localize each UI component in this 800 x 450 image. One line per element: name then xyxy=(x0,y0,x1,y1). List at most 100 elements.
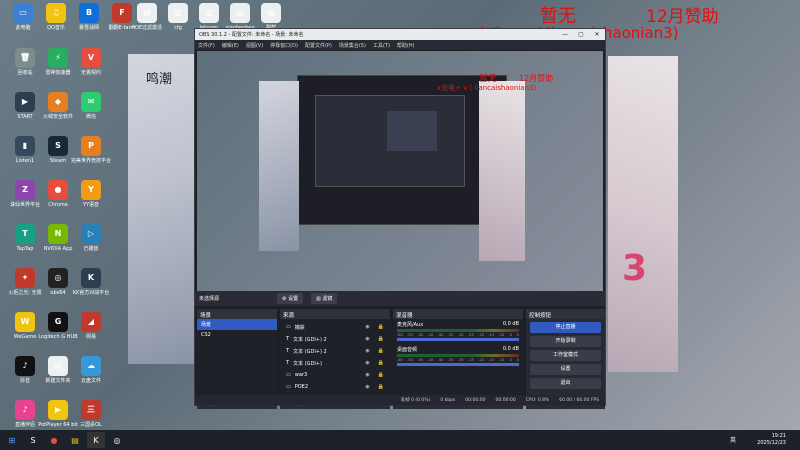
scale-tick: -5 xyxy=(508,333,513,337)
menu-item[interactable]: 停靠窗口(D) xyxy=(270,42,298,49)
obs-title: OBS 30.1.2 - 配置文件: 未命名 - 场景: 未命名 xyxy=(199,32,304,38)
lock-icon[interactable]: 🔒 xyxy=(378,336,384,342)
scale-tick: -15 xyxy=(488,333,495,337)
visibility-eye-icon[interactable]: ◉ xyxy=(365,324,369,330)
scale-tick: -10 xyxy=(498,333,505,337)
controls-title: 控制按钮 xyxy=(526,309,605,319)
source-settings-button[interactable]: ⚙ 设置 xyxy=(277,293,304,304)
menu-item[interactable]: 场景集合(S) xyxy=(339,42,366,49)
source-item[interactable]: T 文本 (GDI+) 2 ◉ 🔒 xyxy=(280,345,390,357)
no-source-label: 未选择源 xyxy=(199,296,220,302)
wallpaper-art-left xyxy=(128,54,198,364)
app-icon: ◢ xyxy=(81,312,101,332)
scale-tick: -55 xyxy=(407,333,413,337)
source-type-icon: T xyxy=(286,336,290,342)
menu-item[interactable]: 配置文件(P) xyxy=(305,42,332,49)
visibility-eye-icon[interactable]: ◉ xyxy=(365,384,369,390)
lock-icon[interactable]: 🔒 xyxy=(378,360,384,366)
scale-tick: -25 xyxy=(468,358,474,362)
close-icon[interactable]: ✕ xyxy=(589,31,605,38)
app-icon: ☁ xyxy=(81,356,101,376)
desktop-icon[interactable]: K KK官方对战平台 xyxy=(71,268,111,296)
volume-slider[interactable] xyxy=(397,363,519,366)
desktop-icon-label: 微信 xyxy=(85,114,96,120)
kk-taskbar-icon[interactable]: K xyxy=(87,432,105,448)
scene-item[interactable]: 场景 xyxy=(197,319,277,330)
bitrate: 0 kbps xyxy=(440,397,456,403)
source-type-icon: T xyxy=(286,348,290,354)
lock-icon[interactable]: 🔒 xyxy=(378,348,384,354)
obs-title-bar[interactable]: OBS 30.1.2 - 配置文件: 未命名 - 场景: 未命名 — ▢ ✕ xyxy=(195,29,605,40)
app-icon: 🗑 xyxy=(15,48,35,68)
visibility-eye-icon[interactable]: ◉ xyxy=(365,372,369,378)
mixer-channel: 桌面音频 0.0 dB -60 -55 -50 -45 -40 -35 -30 -25 -20 -15… xyxy=(393,344,523,369)
obs-taskbar-icon[interactable]: ◎ xyxy=(108,432,126,448)
menu-item[interactable]: 文件(F) xyxy=(198,42,215,49)
volume-slider[interactable] xyxy=(397,338,519,341)
app-icon: T xyxy=(15,224,35,244)
app-icon: ▮ xyxy=(15,136,35,156)
explorer-taskbar-icon[interactable]: ▤ xyxy=(66,432,84,448)
app-icon: Z xyxy=(15,180,35,200)
channel-name: 桌面音频 xyxy=(397,347,418,353)
app-icon: 三 xyxy=(81,400,101,420)
control-button[interactable]: 工作室模式 xyxy=(530,350,601,361)
maximize-icon[interactable]: ▢ xyxy=(573,31,589,38)
visibility-eye-icon[interactable]: ◉ xyxy=(365,336,369,342)
menu-item[interactable]: 视图(V) xyxy=(246,42,263,49)
source-item[interactable]: T 文本 (GDI+) ◉ 🔒 xyxy=(280,357,390,369)
scale-tick: -20 xyxy=(478,358,484,362)
controls-dock: 控制按钮 停止直播开始录制工作室模式设置退出 控制按钮转场动画 xyxy=(526,309,605,409)
menu-item[interactable]: 帮助(H) xyxy=(397,42,415,49)
desktop-icon[interactable]: ☁ 云盘文件 xyxy=(71,356,111,384)
control-button[interactable]: 开始录制 xyxy=(530,336,601,347)
control-button[interactable]: 停止直播 xyxy=(530,322,601,333)
desktop-icon[interactable]: V 无畏契约 xyxy=(71,48,111,76)
visibility-eye-icon[interactable]: ◉ xyxy=(365,348,369,354)
source-type-icon: T xyxy=(286,360,290,366)
desktop-icon[interactable]: ✉ 微信 xyxy=(71,92,111,120)
obs-window[interactable]: OBS 30.1.2 - 配置文件: 未命名 - 场景: 未命名 — ▢ ✕ 文… xyxy=(194,28,606,409)
app-icon: W xyxy=(15,312,35,332)
meter-scale: -60 -55 -50 -45 -40 -35 -30 -25 -20 -15 -10 -5 0 xyxy=(397,358,519,362)
status-bar: 丢帧 0 (0.0%) 0 kbps 00:00:00 00:00:00 CPU… xyxy=(195,395,605,405)
steam-taskbar-icon[interactable]: S xyxy=(24,432,42,448)
source-filters-button[interactable]: ▥ 滤镜 xyxy=(311,293,338,304)
channel-db: 0.0 dB xyxy=(502,346,519,352)
desktop-icon[interactable]: 三三国杀OL xyxy=(71,400,111,428)
chrome-taskbar-icon[interactable]: ● xyxy=(45,432,63,448)
scene-item[interactable]: CS2 xyxy=(197,330,277,341)
lock-icon[interactable]: 🔒 xyxy=(378,372,384,378)
input-language[interactable]: 英 xyxy=(730,435,736,444)
desktop-icon[interactable]: P 完美世界竞技平台 xyxy=(71,136,111,164)
control-button[interactable]: 退出 xyxy=(530,378,601,389)
scale-tick: -15 xyxy=(488,358,495,362)
windows-start-icon[interactable]: ⊞ xyxy=(3,432,21,448)
menu-item[interactable]: 工具(T) xyxy=(373,42,390,49)
menu-item[interactable]: 编辑(E) xyxy=(222,42,239,49)
obs-preview[interactable]: 暂无 12月赞助 x充电+ v ( liancaishaonian3) xyxy=(197,51,603,291)
desktop-icon[interactable]: Y YY语音 xyxy=(71,180,111,208)
lock-icon[interactable]: 🔒 xyxy=(378,384,384,390)
desktop-icon[interactable]: ▤裂帮 xyxy=(251,3,291,31)
app-icon: N xyxy=(48,224,68,244)
desktop-icon-label: YY语音 xyxy=(82,202,100,208)
minimize-icon[interactable]: — xyxy=(557,31,573,38)
control-button[interactable]: 设置 xyxy=(530,364,601,375)
source-item[interactable]: T 文本 (GDI+) 2 ◉ 🔒 xyxy=(280,333,390,345)
app-icon: ▤ xyxy=(230,3,250,23)
scale-tick: -30 xyxy=(457,333,464,337)
system-clock[interactable]: 19:21 2025/12/23 xyxy=(757,433,786,447)
source-item[interactable]: ▭ POE2 ◉ 🔒 xyxy=(280,381,390,393)
source-item[interactable]: ▭ war3 ◉ 🔒 xyxy=(280,369,390,381)
source-item[interactable]: ▭ 捕获 ◉ 🔒 xyxy=(280,321,390,333)
obs-menu-bar: 文件(F) 编辑(E) 视图(V) 停靠窗口(D) 配置文件(P) 场景集合(S) 工具(T… xyxy=(195,40,605,50)
app-icon: ◆ xyxy=(48,92,68,112)
app-icon: K xyxy=(81,268,101,288)
app-icon: ⚡ xyxy=(48,48,68,68)
scale-tick: -25 xyxy=(468,333,474,337)
lock-icon[interactable]: 🔒 xyxy=(378,324,384,330)
visibility-eye-icon[interactable]: ◉ xyxy=(365,360,369,366)
desktop-icon[interactable]: ▷ 已播放 xyxy=(71,224,111,252)
desktop-icon[interactable]: ◢ 网易 xyxy=(71,312,111,340)
